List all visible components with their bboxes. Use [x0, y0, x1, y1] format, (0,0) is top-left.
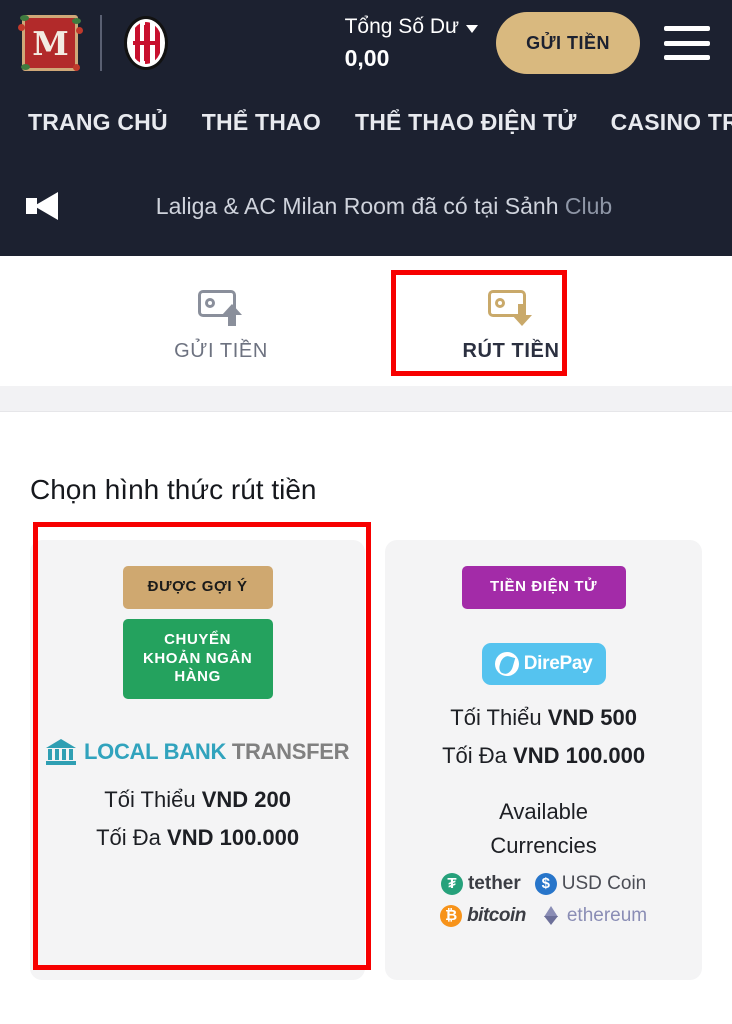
currency-usd-coin: $ USD Coin [534, 872, 647, 895]
currency-ethereum: ethereum [540, 905, 647, 927]
deposit-button[interactable]: GỬI TIỀN [496, 12, 640, 74]
wallet-dot [495, 297, 505, 308]
main-navigation: TRANG CHỦ THỂ THAO THỂ THAO ĐIỆN TỬ CASI… [0, 86, 732, 158]
usd-coin-icon: $ [534, 872, 557, 895]
chevron-down-icon[interactable] [466, 24, 479, 33]
minimum-label: Tối Thiểu [104, 787, 202, 812]
minimum-value: VND 200 [201, 787, 291, 812]
bank-building-icon [46, 739, 76, 765]
tether-icon: ₮ [440, 872, 463, 895]
direpay-wordmark: DirePay [523, 652, 593, 674]
megaphone-horn [34, 192, 58, 220]
local-bank-transfer-logo: LOCAL BANK TRANSFER [46, 735, 350, 769]
top-dark-bar: M Tổng Số Dư 0,00 GỬI TIỀN TRANG CHỦ THỂ… [0, 0, 732, 256]
holly-berry-icon [76, 27, 83, 34]
bank-roof [46, 739, 76, 748]
badge-crypto: TIỀN ĐIỆN TỬ [461, 566, 626, 609]
minimum-limit: Tối Thiểu VND 200 [104, 787, 291, 813]
megaphone-icon [24, 186, 70, 226]
announcement-text-wrap: Laliga & AC Milan Room đã có tại Sảnh Cl… [70, 193, 708, 220]
maximum-limit: Tối Đa VND 100.000 [442, 743, 645, 769]
brand-logo-letter: M [32, 23, 69, 63]
hamburger-line [664, 26, 710, 31]
main-content: Chọn hình thức rút tiền ĐƯỢC GỢI Ý CHUYỂ… [0, 412, 732, 980]
payment-method-direpay-crypto[interactable]: TIỀN ĐIỆN TỬ DirePay Tối Thiểu VND 500 T… [385, 540, 702, 980]
holly-leaf-icon [20, 15, 29, 21]
nav-item-home[interactable]: TRANG CHỦ [28, 109, 168, 136]
site-header: M Tổng Số Dư 0,00 GỬI TIỀN [0, 0, 732, 86]
ac-milan-crest [124, 16, 168, 70]
available-currencies-title: Available Currencies [490, 795, 596, 863]
currency-row-1: ₮ tether $ USD Coin [440, 872, 647, 895]
holly-berry-icon [18, 24, 25, 31]
holly-berry-icon [73, 64, 80, 71]
tab-withdraw-label: RÚT TIỀN [462, 339, 560, 362]
brand-logo[interactable]: M [18, 15, 83, 71]
arrow-up-icon [222, 303, 242, 326]
currency-tether: ₮ tether [440, 872, 521, 895]
announcement-bar: Laliga & AC Milan Room đã có tại Sảnh Cl… [0, 158, 732, 254]
maximum-label: Tối Đa [96, 825, 168, 850]
announcement-text-dim: Club [564, 192, 613, 219]
tab-deposit[interactable]: GỬI TIỀN [136, 280, 306, 363]
nav-item-esports[interactable]: THỂ THAO ĐIỆN TỬ [355, 109, 577, 136]
available-currencies-line2: Currencies [490, 832, 597, 858]
maximum-value: VND 100.000 [167, 825, 300, 850]
currency-bitcoin: ₿ bitcoin [440, 904, 526, 927]
maximum-value: VND 100.000 [513, 742, 646, 768]
nav-item-sports[interactable]: THỂ THAO [202, 109, 321, 136]
maximum-label: Tối Đa [442, 742, 514, 768]
local-bank-transfer-wordmark: LOCAL BANK TRANSFER [84, 739, 350, 765]
bitcoin-icon: ₿ [440, 904, 463, 927]
logo-group: M [18, 15, 168, 71]
ethereum-icon [540, 905, 562, 927]
balance-label: Tổng Số Dư [344, 14, 460, 38]
currency-usd-coin-label: USD Coin [561, 872, 647, 894]
badge-recommended: ĐƯỢC GỢI Ý [122, 566, 273, 609]
tab-withdraw[interactable]: RÚT TIỀN [426, 280, 596, 363]
holly-leaf-icon [72, 18, 81, 24]
currency-tether-label: tether [467, 872, 521, 894]
payment-method-list: ĐƯỢC GỢI Ý CHUYỂN KHOẢN NGÂN HÀNG LOCAL … [30, 540, 702, 980]
wallet-dot [205, 297, 215, 308]
wallet-up-arrow-icon [198, 286, 244, 326]
currency-row-2: ₿ bitcoin ethereum [440, 904, 647, 927]
balance-block[interactable]: Tổng Số Dư 0,00 [344, 14, 479, 72]
available-currencies-line1: Available [499, 798, 589, 824]
minimum-label: Tối Thiểu [450, 704, 548, 730]
currency-bitcoin-label: bitcoin [467, 904, 526, 926]
balance-value: 0,00 [344, 44, 390, 71]
minimum-limit: Tối Thiểu VND 500 [450, 705, 637, 731]
transaction-tabs: GỬI TIỀN RÚT TIỀN [0, 256, 732, 386]
maximum-limit: Tối Đa VND 100.000 [96, 825, 299, 851]
currency-ethereum-label: ethereum [566, 904, 648, 926]
payment-method-local-bank-transfer[interactable]: ĐƯỢC GỢI Ý CHUYỂN KHOẢN NGÂN HÀNG LOCAL … [30, 540, 366, 980]
bank-base [46, 761, 76, 765]
section-separator [0, 386, 732, 412]
nav-item-live-casino[interactable]: CASINO TRỰC TUY [611, 109, 732, 136]
bank-pillars [48, 749, 74, 760]
direpay-mark-icon [494, 651, 519, 676]
direpay-logo: DirePay [481, 642, 606, 685]
minimum-value: VND 500 [547, 704, 637, 730]
hamburger-line [664, 55, 710, 60]
tab-deposit-label: GỬI TIỀN [174, 339, 268, 362]
holly-leaf-icon [21, 64, 30, 70]
page-title: Chọn hình thức rút tiền [30, 474, 317, 505]
page-root: M Tổng Số Dư 0,00 GỬI TIỀN TRANG CHỦ THỂ… [0, 0, 732, 1024]
arrow-down-icon [512, 303, 532, 326]
hamburger-menu-icon[interactable] [664, 26, 710, 60]
crest-cross-horizontal [133, 41, 159, 45]
balance-label-row[interactable]: Tổng Số Dư [344, 14, 479, 39]
badge-bank-transfer: CHUYỂN KHOẢN NGÂN HÀNG [122, 618, 273, 699]
logo-text-secondary: TRANSFER [231, 739, 350, 764]
header-divider [100, 15, 102, 71]
announcement-text: Laliga & AC Milan Room đã có tại Sảnh [155, 192, 565, 219]
wallet-down-arrow-icon [488, 286, 534, 326]
hamburger-line [664, 40, 710, 46]
logo-text-primary: LOCAL BANK [84, 739, 227, 764]
